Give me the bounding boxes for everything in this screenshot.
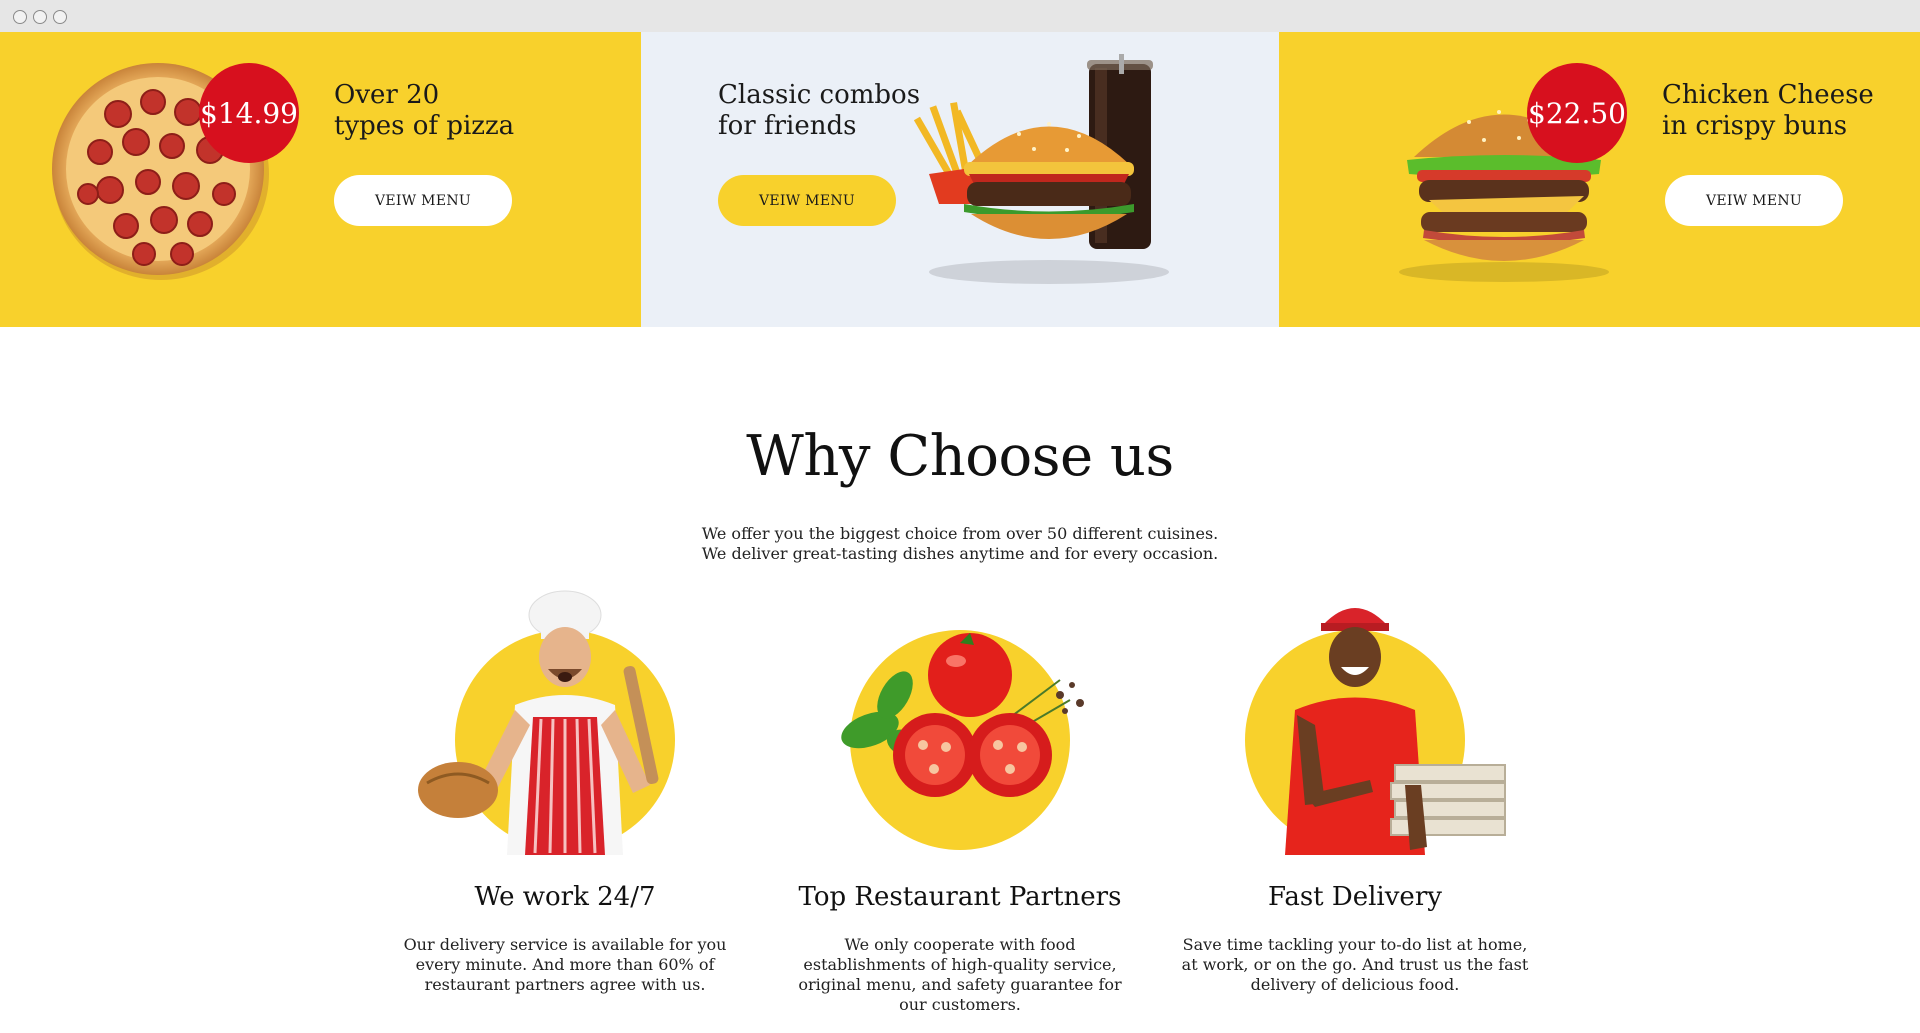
promo-title: Classic combos for friends: [718, 80, 921, 141]
promo-title: Over 20 types of pizza: [334, 80, 515, 141]
promo-title: Chicken Cheese in crispy buns: [1662, 80, 1874, 141]
window-minimize-icon[interactable]: [33, 10, 47, 24]
window-maximize-icon[interactable]: [53, 10, 67, 24]
section-title: Why Choose us: [746, 424, 1174, 489]
view-menu-button[interactable]: VEIW MENU: [718, 175, 896, 226]
view-menu-button[interactable]: VEIW MENU: [334, 175, 512, 226]
tomato-image: [841, 630, 1084, 850]
promo-chicken-burger: $22.50 Chicken Cheese in crispy buns VEI…: [1279, 32, 1920, 327]
section-subtitle: We offer you the biggest choice from ove…: [701, 524, 1219, 563]
courier-image: [1245, 608, 1506, 855]
burger-combo-image: [913, 54, 1169, 284]
feature-description: We only cooperate with food establishmen…: [798, 935, 1122, 1014]
chef-image: [418, 590, 675, 855]
window-close-icon[interactable]: [13, 10, 27, 24]
browser-chrome: [0, 0, 1920, 32]
view-menu-button[interactable]: VEIW MENU: [1665, 175, 1843, 226]
price-badge: $14.99: [199, 63, 299, 163]
feature-title: We work 24/7: [474, 882, 656, 912]
feature-title: Fast Delivery: [1268, 882, 1442, 912]
feature-description: Our delivery service is available for yo…: [403, 935, 727, 994]
price-badge: $22.50: [1527, 63, 1627, 163]
promo-pizza: $14.99 Over 20 types of pizza VEIW MENU: [0, 32, 641, 327]
promo-combo: Classic combos for friends VEIW MENU: [641, 32, 1279, 327]
feature-description: Save time tackling your to-do list at ho…: [1181, 935, 1529, 994]
feature-title: Top Restaurant Partners: [798, 882, 1122, 912]
